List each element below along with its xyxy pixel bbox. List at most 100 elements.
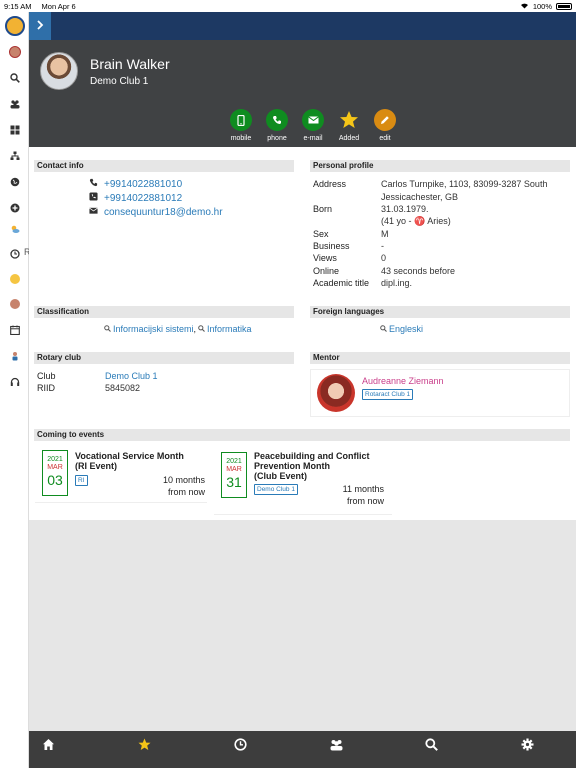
club-row: Club Demo Club 1 <box>37 371 158 381</box>
members-icon[interactable] <box>0 94 29 114</box>
bottom-nav <box>29 731 576 768</box>
phone-icon <box>266 109 288 131</box>
sex-value: M <box>381 229 389 239</box>
classification-heading: Classification <box>34 306 294 318</box>
sidebar-avatar[interactable] <box>0 42 29 62</box>
riid-label: RIID <box>37 383 55 393</box>
calendar-icon[interactable] <box>0 320 29 340</box>
action-bar: mobile phone e-mail Added edit <box>229 109 397 142</box>
born-value: 31.03.1979. <box>381 204 429 214</box>
event-card[interactable]: 2021 MAR 03 Vocational Service Month (RI… <box>35 445 207 503</box>
rotary-logo-icon[interactable] <box>0 14 29 38</box>
pencil-icon <box>374 109 396 131</box>
profile-content: Contact info +9914022881010 +99140228810… <box>29 147 576 520</box>
settings-button[interactable] <box>517 731 537 759</box>
business-value: - <box>381 241 384 251</box>
event-day: 31 <box>226 474 242 490</box>
event-title-line: (Club Event) <box>254 471 307 481</box>
favorite-button[interactable]: Added <box>337 109 361 142</box>
star-icon <box>338 109 360 131</box>
event-time-line: from now <box>167 487 205 497</box>
profile-avatar <box>40 52 78 90</box>
event-time-line: 11 months <box>342 484 384 494</box>
search-icon <box>104 324 111 334</box>
business-label: Business <box>313 241 350 251</box>
event-title[interactable]: Peacebuilding and Conflict Prevention Mo… <box>254 451 370 481</box>
email-button[interactable]: e-mail <box>301 109 325 142</box>
event-title[interactable]: Vocational Service Month (RI Event) <box>75 451 184 471</box>
favorite-label: Added <box>338 135 360 142</box>
members-button[interactable] <box>326 731 346 759</box>
person-icon[interactable] <box>0 346 29 366</box>
wifi-icon <box>520 2 529 11</box>
mentor-card[interactable]: Audreanne Ziemann Rotaract Club 1 <box>310 369 570 417</box>
riid-value: 5845082 <box>105 383 141 393</box>
status-time: 9:15 AM <box>4 1 32 11</box>
event-time-line: 10 months <box>162 475 205 485</box>
search-button[interactable] <box>421 731 441 759</box>
phone-contact[interactable]: +9914022881012 <box>89 192 182 204</box>
top-bar <box>29 12 576 40</box>
gear-icon <box>521 738 534 753</box>
language-item[interactable]: Engleski <box>389 324 423 334</box>
history-button[interactable] <box>230 731 250 759</box>
views-row: Views 0 <box>313 253 386 263</box>
academic-label: Academic title <box>313 278 370 288</box>
born-label: Born <box>313 204 333 214</box>
email-address[interactable]: consequuntur18@demo.hr <box>104 207 223 218</box>
mobile-button[interactable]: mobile <box>229 109 253 142</box>
sidebar: R <box>0 12 31 768</box>
home-button[interactable] <box>38 731 58 759</box>
weather-icon[interactable] <box>0 219 29 239</box>
born-detail-row: (41 yo - ♈ Aries) <box>381 216 451 227</box>
edit-button[interactable]: edit <box>373 109 397 142</box>
event-badge[interactable]: Demo Club 1 <box>254 484 298 495</box>
favorites-button[interactable] <box>134 731 154 759</box>
mentor-heading: Mentor <box>310 352 570 364</box>
address-line-2: Jessicachester, GB <box>381 192 459 202</box>
headset-icon[interactable] <box>0 372 29 392</box>
search-icon[interactable] <box>0 68 29 88</box>
event-card[interactable]: 2021 MAR 31 Peacebuilding and Conflict P… <box>214 445 392 515</box>
org-chart-icon[interactable] <box>0 146 29 166</box>
event-time: 10 months from now <box>145 474 205 498</box>
event-day: 03 <box>47 472 63 488</box>
status-bar: 9:15 AM Mon Apr 6 100% <box>0 0 576 12</box>
born-detail: (41 yo - ♈ Aries) <box>381 216 451 226</box>
user-face-icon[interactable] <box>0 294 29 314</box>
mentor-club-badge[interactable]: Rotaract Club 1 <box>362 389 414 400</box>
views-value: 0 <box>381 253 387 263</box>
email-contact[interactable]: consequuntur18@demo.hr <box>89 206 223 218</box>
status-date: Mon Apr 6 <box>41 1 76 11</box>
phone-button[interactable]: phone <box>265 109 289 142</box>
event-title-line: (RI Event) <box>75 461 118 471</box>
business-row: Business - <box>313 241 384 251</box>
home-icon <box>42 738 55 753</box>
dashboard-icon[interactable] <box>0 120 29 140</box>
online-row: Online 43 seconds before <box>313 266 455 276</box>
profile-header: Brain Walker Demo Club 1 mobile phone e-… <box>29 40 576 147</box>
event-title-line: Prevention Month <box>254 461 330 471</box>
clock-icon <box>233 737 247 753</box>
academic-value: dipl.ing. <box>381 278 413 288</box>
classification-item[interactable]: Informatika <box>207 324 252 334</box>
event-year: 2021 <box>226 458 242 465</box>
add-circle-icon[interactable] <box>0 198 29 218</box>
chevron-right-icon <box>36 20 44 32</box>
mobile-contact[interactable]: +9914022881010 <box>89 178 182 190</box>
event-month: MAR <box>47 464 63 471</box>
mobile-number[interactable]: +9914022881010 <box>104 179 182 190</box>
globe-icon[interactable] <box>0 172 29 192</box>
mentor-name[interactable]: Audreanne Ziemann <box>362 376 444 386</box>
classification-item[interactable]: Informacijski sistemi <box>113 324 194 334</box>
sidebar-toggle-button[interactable] <box>29 12 51 40</box>
event-date: 2021 MAR 03 <box>42 450 68 496</box>
club-link[interactable]: Demo Club 1 <box>105 371 158 381</box>
event-year: 2021 <box>47 456 63 463</box>
rotary-club-heading: Rotary club <box>34 352 294 364</box>
sex-label: Sex <box>313 229 329 239</box>
sun-icon[interactable] <box>0 269 29 289</box>
event-badge[interactable]: RI <box>75 475 88 486</box>
phone-number[interactable]: +9914022881012 <box>104 193 182 204</box>
views-label: Views <box>313 253 337 263</box>
